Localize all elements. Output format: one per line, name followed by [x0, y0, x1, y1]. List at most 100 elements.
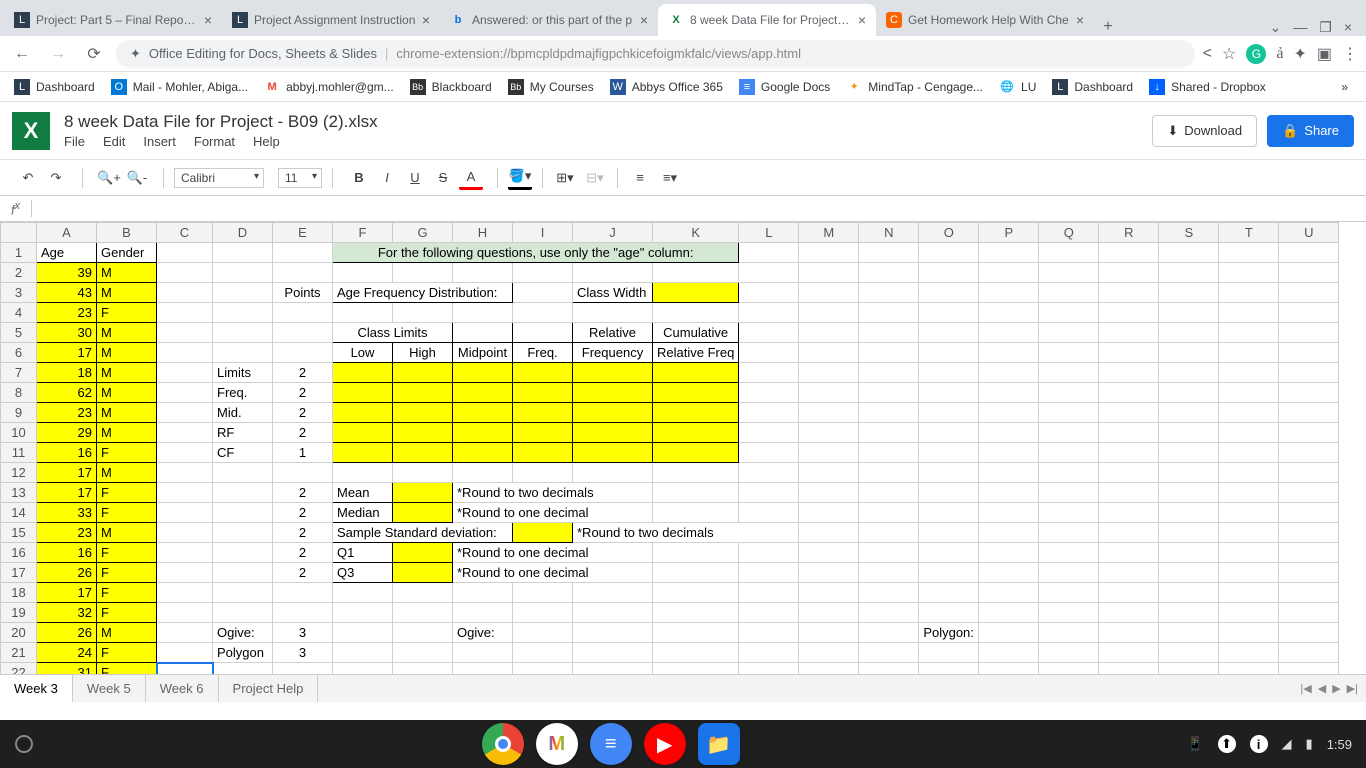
- wifi-icon[interactable]: ◢: [1282, 736, 1292, 752]
- cell[interactable]: Mean: [333, 483, 393, 503]
- cell[interactable]: 17: [37, 463, 97, 483]
- cell[interactable]: [859, 303, 919, 323]
- cell[interactable]: 3: [273, 623, 333, 643]
- bookmarks-overflow-icon[interactable]: »: [1331, 80, 1358, 94]
- cell[interactable]: [453, 323, 513, 343]
- cell[interactable]: 26: [37, 563, 97, 583]
- cell[interactable]: [157, 423, 213, 443]
- bookmark-item[interactable]: ≡Google Docs: [733, 75, 836, 99]
- cell[interactable]: [333, 463, 393, 483]
- cell[interactable]: [1279, 663, 1339, 675]
- reload-icon[interactable]: ⟳: [80, 40, 108, 68]
- cell[interactable]: [273, 243, 333, 263]
- col-header[interactable]: P: [979, 223, 1039, 243]
- cell[interactable]: [1279, 283, 1339, 303]
- cell[interactable]: [573, 603, 653, 623]
- cell[interactable]: [273, 343, 333, 363]
- cell[interactable]: [653, 623, 739, 643]
- cell[interactable]: [919, 583, 979, 603]
- menu-file[interactable]: File: [64, 134, 85, 149]
- cell[interactable]: [859, 663, 919, 675]
- cell[interactable]: [653, 443, 739, 463]
- cell[interactable]: [1279, 263, 1339, 283]
- col-header[interactable]: N: [859, 223, 919, 243]
- cell[interactable]: F: [97, 603, 157, 623]
- cell[interactable]: [1099, 263, 1159, 283]
- cell[interactable]: 2: [273, 523, 333, 543]
- bold-icon[interactable]: B: [347, 166, 371, 190]
- grammarly-icon[interactable]: G: [1246, 44, 1266, 64]
- cell[interactable]: Freq.: [213, 383, 273, 403]
- cell[interactable]: [799, 523, 859, 543]
- cell[interactable]: [919, 443, 979, 463]
- cell[interactable]: [979, 523, 1039, 543]
- devices-icon[interactable]: ▣: [1317, 44, 1332, 64]
- cell[interactable]: [453, 303, 513, 323]
- undo-icon[interactable]: ↶: [16, 166, 40, 190]
- cell[interactable]: 16: [37, 443, 97, 463]
- cell[interactable]: [333, 263, 393, 283]
- cell[interactable]: [1159, 563, 1219, 583]
- cell[interactable]: [739, 343, 799, 363]
- cell[interactable]: M: [97, 423, 157, 443]
- browser-tab[interactable]: CGet Homework Help With Che×: [876, 4, 1094, 36]
- cell[interactable]: [1219, 423, 1279, 443]
- row-header[interactable]: 8: [1, 383, 37, 403]
- cell[interactable]: [273, 583, 333, 603]
- cell[interactable]: [919, 303, 979, 323]
- cell[interactable]: [739, 463, 799, 483]
- cell[interactable]: [859, 523, 919, 543]
- cell[interactable]: [979, 323, 1039, 343]
- cell[interactable]: [739, 403, 799, 423]
- cell[interactable]: [513, 283, 573, 303]
- cell[interactable]: [1219, 523, 1279, 543]
- col-header[interactable]: T: [1219, 223, 1279, 243]
- col-header[interactable]: A: [37, 223, 97, 243]
- cell[interactable]: Sample Standard deviation:: [333, 523, 513, 543]
- cell[interactable]: [799, 363, 859, 383]
- col-header[interactable]: D: [213, 223, 273, 243]
- cell[interactable]: [799, 583, 859, 603]
- close-window-icon[interactable]: ×: [1344, 19, 1352, 36]
- notification-icon[interactable]: ⬆: [1218, 735, 1236, 753]
- cell[interactable]: [799, 463, 859, 483]
- cell[interactable]: Low: [333, 343, 393, 363]
- row-header[interactable]: 4: [1, 303, 37, 323]
- cell[interactable]: [573, 643, 653, 663]
- cell[interactable]: Q3: [333, 563, 393, 583]
- cell[interactable]: [513, 423, 573, 443]
- cell[interactable]: [393, 263, 453, 283]
- row-header[interactable]: 19: [1, 603, 37, 623]
- cell[interactable]: [1039, 563, 1099, 583]
- col-header[interactable]: L: [739, 223, 799, 243]
- cell[interactable]: [157, 543, 213, 563]
- col-header[interactable]: M: [799, 223, 859, 243]
- cell[interactable]: [799, 483, 859, 503]
- battery-icon[interactable]: ▮: [1306, 736, 1313, 752]
- cell[interactable]: 23: [37, 303, 97, 323]
- cell[interactable]: [919, 383, 979, 403]
- cell[interactable]: F: [97, 583, 157, 603]
- cell[interactable]: [1099, 563, 1159, 583]
- cell[interactable]: [919, 543, 979, 563]
- col-header[interactable]: S: [1159, 223, 1219, 243]
- cell[interactable]: [1159, 603, 1219, 623]
- col-header[interactable]: I: [513, 223, 573, 243]
- cell[interactable]: [859, 363, 919, 383]
- cell[interactable]: [739, 663, 799, 675]
- cell[interactable]: Cumulative: [653, 323, 739, 343]
- cell[interactable]: 16: [37, 543, 97, 563]
- cell[interactable]: 2: [273, 423, 333, 443]
- cell[interactable]: [1099, 243, 1159, 263]
- col-header[interactable]: J: [573, 223, 653, 243]
- cell[interactable]: [799, 303, 859, 323]
- merge-icon[interactable]: ⊟▾: [583, 166, 607, 190]
- cell[interactable]: [1039, 523, 1099, 543]
- cell[interactable]: [157, 563, 213, 583]
- cell[interactable]: [213, 503, 273, 523]
- cell[interactable]: [393, 363, 453, 383]
- sheet-nav-last-icon[interactable]: ▶|: [1347, 682, 1358, 695]
- cell[interactable]: [453, 663, 513, 675]
- cell[interactable]: F: [97, 443, 157, 463]
- cell[interactable]: [979, 463, 1039, 483]
